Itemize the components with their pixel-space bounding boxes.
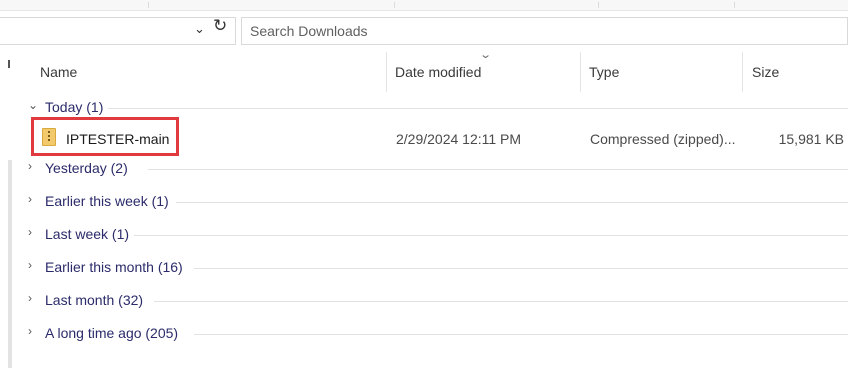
column-header-row: Name ⌄ Date modified Type Size (20, 49, 848, 92)
file-date-modified: 2/29/2024 12:11 PM (396, 131, 522, 147)
column-header-type[interactable]: Type (589, 64, 619, 80)
column-divider[interactable] (386, 52, 387, 92)
group-divider-line (154, 301, 848, 302)
group-header-a-long-time-ago[interactable]: › A long time ago (205) (28, 323, 848, 345)
top-strip (0, 0, 848, 11)
chevron-right-icon[interactable]: › (28, 324, 32, 338)
group-divider-line (108, 108, 848, 109)
chevron-down-icon[interactable]: ⌄ (194, 21, 205, 37)
nav-pane-scrollbar[interactable] (8, 160, 12, 368)
group-divider-line (176, 202, 848, 203)
top-divider (598, 2, 599, 8)
group-header-last-week[interactable]: › Last week (1) (28, 224, 848, 246)
group-label: Yesterday (2) (45, 160, 128, 176)
group-label: Last week (1) (45, 226, 130, 242)
top-divider (734, 2, 735, 8)
column-divider[interactable] (580, 52, 581, 92)
group-header-earlier-this-week[interactable]: › Earlier this week (1) (28, 191, 848, 213)
file-size: 15,981 KB (778, 131, 844, 147)
group-divider-line (194, 334, 848, 335)
chevron-right-icon[interactable]: › (28, 225, 32, 239)
column-header-size[interactable]: Size (752, 64, 779, 80)
top-divider (394, 2, 395, 8)
sort-chevron-icon: ⌄ (479, 49, 493, 61)
group-label: Today (1) (45, 99, 104, 115)
group-header-yesterday[interactable]: › Yesterday (2) (28, 158, 848, 180)
group-label: Earlier this month (16) (45, 259, 183, 275)
address-row: ⌄ ↻ (0, 12, 848, 50)
group-divider-line (148, 169, 848, 170)
highlight-annotation (31, 117, 179, 156)
chevron-down-icon[interactable]: ⌄ (28, 98, 38, 112)
top-divider (148, 2, 149, 8)
group-divider-line (134, 235, 848, 236)
group-label: Last month (32) (45, 292, 144, 308)
group-header-today[interactable]: ⌄ Today (1) (28, 97, 848, 119)
refresh-icon[interactable]: ↻ (213, 16, 227, 36)
group-header-earlier-this-month[interactable]: › Earlier this month (16) (28, 257, 848, 279)
group-header-last-month[interactable]: › Last month (32) (28, 290, 848, 312)
group-divider-line (194, 268, 848, 269)
file-type: Compressed (zipped)... (590, 131, 736, 147)
group-label: Earlier this week (1) (45, 193, 169, 209)
column-header-name[interactable]: Name (40, 64, 77, 80)
column-divider[interactable] (742, 52, 743, 92)
nav-pane-edge (8, 60, 10, 68)
chevron-right-icon[interactable]: › (28, 291, 32, 305)
group-label: A long time ago (205) (45, 325, 179, 341)
chevron-right-icon[interactable]: › (28, 258, 32, 272)
search-box[interactable] (241, 17, 848, 45)
chevron-right-icon[interactable]: › (28, 159, 32, 173)
search-input[interactable] (250, 22, 830, 40)
column-header-date-modified[interactable]: Date modified (395, 64, 481, 80)
chevron-right-icon[interactable]: › (28, 192, 32, 206)
